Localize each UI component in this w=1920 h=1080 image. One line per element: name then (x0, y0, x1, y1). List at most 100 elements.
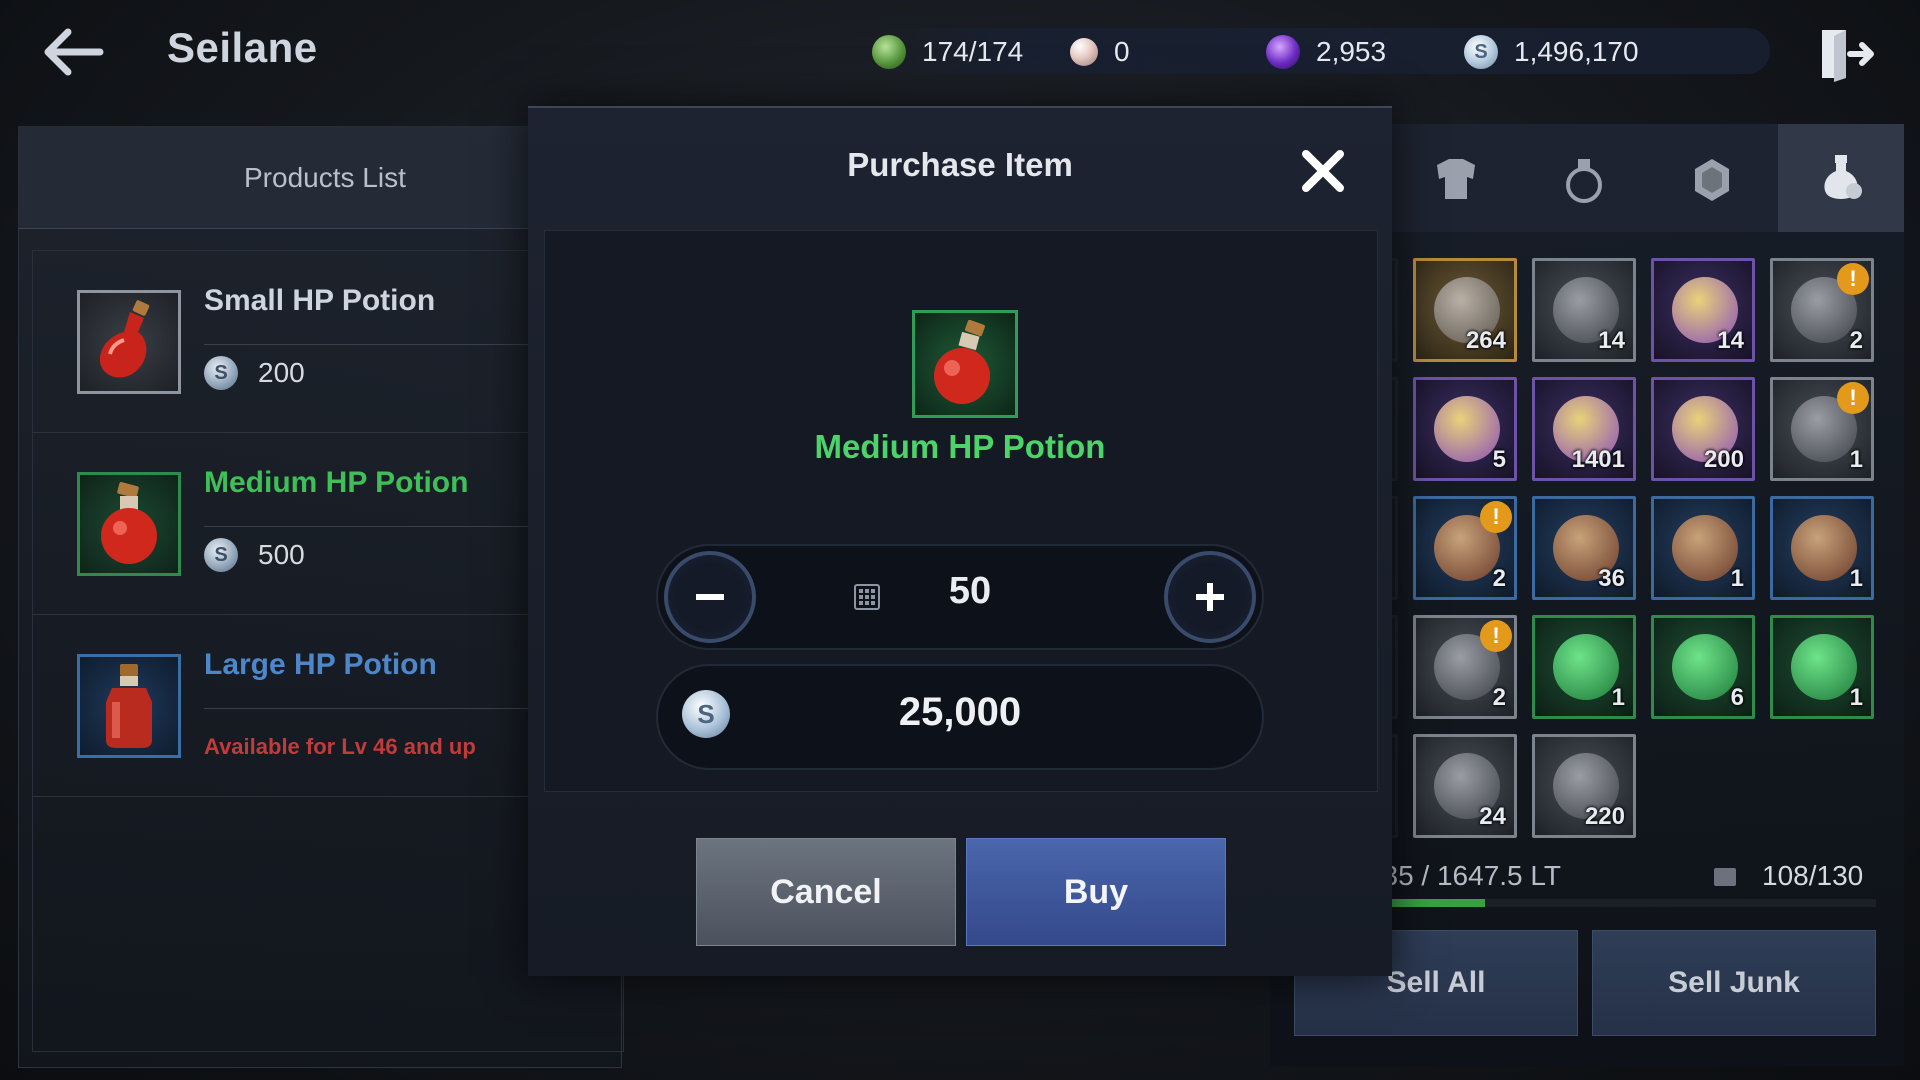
item-icon (1553, 634, 1619, 700)
gem-icon (1266, 35, 1300, 69)
alert-badge-icon: ! (1837, 263, 1869, 295)
price-value: 500 (258, 539, 305, 570)
silver-value: 1,496,170 (1514, 36, 1639, 67)
item-quantity: 1 (1730, 565, 1744, 592)
minus-icon (696, 594, 724, 600)
level-requirement: Available for Lv 46 and up (204, 734, 476, 759)
inventory-slot[interactable]: 264 (1413, 258, 1517, 362)
silver-coin-icon: S (204, 356, 238, 390)
item-icon (1434, 396, 1500, 462)
inventory-slot[interactable]: 1 (1651, 496, 1755, 600)
pearl-icon (1070, 38, 1098, 66)
silver-icon: S (1464, 35, 1498, 69)
exit-door-icon (1822, 30, 1874, 82)
inventory-slot[interactable]: 1 (1770, 496, 1874, 600)
product-price: S 200 (204, 356, 305, 390)
currency-stamina: 174/174 (872, 32, 1023, 72)
alert-badge-icon: ! (1480, 620, 1512, 652)
product-price: S 500 (204, 538, 305, 572)
inventory-slot[interactable]: 1 (1532, 615, 1636, 719)
inventory-slot[interactable]: 2! (1413, 496, 1517, 600)
medium-hp-potion-icon (934, 320, 990, 404)
product-row-large-hp-potion[interactable]: Large HP Potion Available for Lv 46 and … (32, 616, 612, 797)
sell-junk-button[interactable]: Sell Junk (1592, 930, 1876, 1036)
back-button[interactable] (38, 22, 108, 82)
selected-item-name: Medium HP Potion (814, 428, 1106, 465)
inventory-slot[interactable]: 36 (1532, 496, 1636, 600)
pearl-value: 0 (1114, 36, 1130, 67)
armor-tab[interactable] (1426, 150, 1486, 210)
item-quantity: 2 (1492, 565, 1506, 592)
product-row-medium-hp-potion[interactable]: Medium HP Potion S 500 (32, 434, 612, 615)
stamina-icon (872, 35, 906, 69)
silver-coin-icon: S (204, 538, 238, 572)
hexagon-gem-icon (1695, 159, 1729, 201)
close-icon (1302, 150, 1344, 192)
bag-icon (1714, 868, 1736, 886)
inventory-slot[interactable]: 14 (1532, 258, 1636, 362)
inventory-slot[interactable]: 1! (1770, 377, 1874, 481)
gem-tab[interactable] (1682, 150, 1742, 210)
item-icon (1672, 634, 1738, 700)
item-quantity: 36 (1598, 565, 1625, 592)
inventory-slot[interactable]: 200 (1651, 377, 1755, 481)
inventory-slot[interactable]: 2! (1770, 258, 1874, 362)
inventory-slot[interactable]: 220 (1532, 734, 1636, 838)
medium-hp-potion-icon (77, 472, 181, 576)
product-row-small-hp-potion[interactable]: Small HP Potion S 200 (32, 252, 612, 433)
buy-button[interactable]: Buy (966, 838, 1226, 946)
total-price: 25,000 (898, 690, 1022, 734)
inventory-slot[interactable]: 14 (1651, 258, 1755, 362)
close-button[interactable] (1296, 144, 1350, 198)
potion-tab[interactable] (1778, 124, 1904, 232)
item-icon (1791, 515, 1857, 581)
inventory-slot[interactable]: 1401 (1532, 377, 1636, 481)
item-quantity: 1401 (1571, 446, 1625, 473)
item-quantity: 2 (1849, 327, 1863, 354)
potion-icon (106, 664, 152, 748)
potion-flask-icon (1824, 155, 1862, 199)
ring-tab[interactable] (1554, 150, 1614, 210)
currency-silver: S 1,496,170 (1464, 32, 1639, 72)
alert-badge-icon: ! (1480, 501, 1512, 533)
item-quantity: 1 (1611, 684, 1625, 711)
item-quantity: 1 (1849, 446, 1863, 473)
product-name: Small HP Potion (204, 284, 436, 317)
products-title: Products List (244, 162, 406, 193)
item-quantity: 220 (1584, 803, 1625, 830)
item-quantity: 24 (1479, 803, 1506, 830)
cancel-button[interactable]: Cancel (696, 838, 956, 946)
back-arrow-icon (44, 28, 104, 76)
item-quantity: 1 (1849, 684, 1863, 711)
decrease-button[interactable] (664, 551, 756, 643)
large-hp-potion-icon (77, 654, 181, 758)
item-quantity: 264 (1465, 327, 1506, 354)
item-quantity: 2 (1492, 684, 1506, 711)
exit-button[interactable] (1816, 24, 1874, 84)
inventory-slot[interactable]: 1 (1770, 615, 1874, 719)
inventory-slot[interactable]: 5 (1413, 377, 1517, 481)
quantity-value[interactable]: 50 (930, 570, 1010, 613)
potion-icon (101, 482, 157, 564)
increase-button[interactable] (1164, 551, 1256, 643)
inventory-slot[interactable]: 24 (1413, 734, 1517, 838)
item-icon (1672, 515, 1738, 581)
stamina-value: 174/174 (922, 36, 1024, 67)
silver-coin-icon: S (682, 690, 730, 738)
item-quantity: 14 (1598, 327, 1625, 354)
selected-item-icon (912, 310, 1018, 418)
shop-title: Seilane (167, 24, 318, 71)
ring-icon (1566, 159, 1602, 203)
inventory-slot[interactable]: 2! (1413, 615, 1517, 719)
item-quantity: 5 (1492, 446, 1506, 473)
price-value: 200 (258, 357, 305, 388)
keypad-icon[interactable] (854, 584, 880, 610)
item-icon (1791, 634, 1857, 700)
inventory-slot[interactable]: 6 (1651, 615, 1755, 719)
modal-title: Purchase Item (847, 146, 1073, 183)
item-quantity: 1 (1849, 565, 1863, 592)
item-quantity: 6 (1730, 684, 1744, 711)
armor-icon (1437, 159, 1475, 199)
product-name: Large HP Potion (204, 648, 437, 681)
slots-used: 108/130 (1762, 860, 1864, 891)
